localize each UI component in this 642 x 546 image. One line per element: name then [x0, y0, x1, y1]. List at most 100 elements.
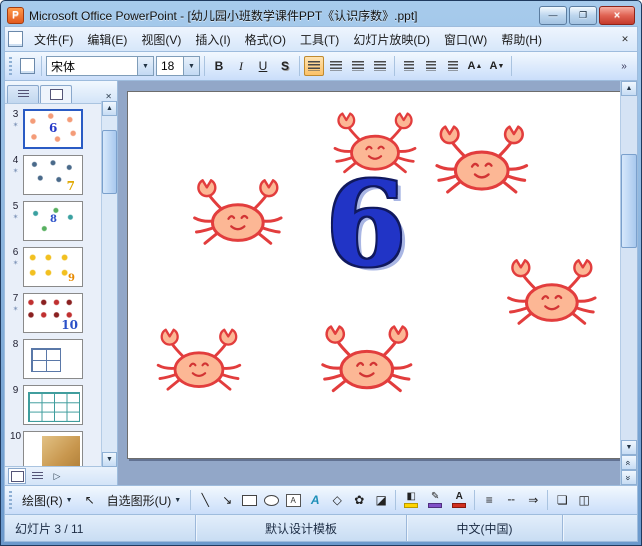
diagram-button[interactable]: ◇: [327, 490, 347, 510]
scroll-up-icon[interactable]: ▲: [102, 101, 117, 116]
language-status[interactable]: 中文(中国): [407, 515, 563, 541]
shadow-style-button[interactable]: ❏: [552, 490, 572, 510]
text-shadow-button[interactable]: S: [275, 56, 295, 76]
animation-star-icon[interactable]: ✶: [13, 304, 19, 315]
menu-edit[interactable]: 编辑(E): [80, 29, 134, 50]
line-style-button[interactable]: ≡: [479, 490, 499, 510]
oval-icon: [263, 494, 279, 506]
three-d-style-button[interactable]: ◫: [574, 490, 594, 510]
increase-font-button[interactable]: A ▲: [465, 56, 485, 76]
thumbnail-image[interactable]: 6: [23, 109, 83, 149]
thumbnail-image[interactable]: 8: [23, 201, 83, 241]
bullets-button[interactable]: [443, 56, 463, 76]
draw-menu-button[interactable]: 绘图(R) ▼: [17, 489, 78, 511]
dash-style-button[interactable]: ╌: [501, 490, 521, 510]
scroll-down-icon[interactable]: ▼: [102, 452, 117, 467]
font-color-button[interactable]: A: [448, 490, 470, 510]
panel-scrollbar[interactable]: ▲ ▼: [101, 101, 117, 467]
distribute-button[interactable]: [370, 56, 390, 76]
panel-scroll-track[interactable]: [102, 116, 117, 452]
slide-sorter-button[interactable]: [28, 468, 46, 484]
menu-tools[interactable]: 工具(T): [293, 29, 346, 50]
thumbnail-image[interactable]: 7: [23, 155, 83, 195]
underline-button[interactable]: U: [253, 56, 273, 76]
panel-scroll-thumb[interactable]: [102, 130, 117, 194]
close-document-button[interactable]: ✕: [616, 31, 634, 48]
chevron-down-icon: ▼: [174, 496, 182, 504]
menu-format[interactable]: 格式(O): [238, 29, 293, 50]
crab-illustration[interactable]: [327, 104, 423, 184]
menu-view[interactable]: 视图(V): [134, 29, 188, 50]
crab-illustration[interactable]: [314, 316, 420, 404]
arrow-style-button[interactable]: ⇒: [523, 490, 543, 510]
animation-star-icon[interactable]: ✶: [13, 212, 19, 223]
shrink-font-icon: A: [489, 60, 498, 72]
thumbnail-image[interactable]: [23, 339, 83, 379]
thumbnail-image[interactable]: 9: [23, 247, 83, 287]
fill-color-button[interactable]: ◧: [400, 490, 422, 510]
insert-picture-button[interactable]: ◪: [371, 490, 391, 510]
menu-file[interactable]: 文件(F): [27, 29, 80, 50]
line-tool-button[interactable]: ╲: [195, 490, 215, 510]
thumbnail-image[interactable]: [23, 431, 83, 466]
new-slide-icon[interactable]: [17, 56, 37, 76]
normal-view-button[interactable]: [8, 468, 26, 484]
line-color-button[interactable]: ✎: [424, 490, 446, 510]
rectangle-tool-button[interactable]: [239, 490, 259, 510]
menu-slideshow[interactable]: 幻灯片放映(D): [346, 29, 437, 50]
design-template-status[interactable]: 默认设计模板: [196, 515, 407, 541]
slideshow-button[interactable]: ▷: [48, 468, 66, 484]
autoshapes-menu-button[interactable]: 自选图形(U) ▼: [102, 489, 187, 511]
menu-insert[interactable]: 插入(I): [188, 29, 237, 50]
oval-tool-button[interactable]: [261, 490, 281, 510]
menu-window[interactable]: 窗口(W): [437, 29, 494, 50]
animation-star-icon[interactable]: ✶: [13, 166, 19, 177]
scroll-up-icon[interactable]: ▲: [621, 81, 637, 96]
restore-button[interactable]: ❐: [569, 5, 597, 25]
thumbnail-image[interactable]: [23, 385, 83, 425]
wordart-button[interactable]: A: [305, 490, 325, 510]
menu-bar: 文件(F) 编辑(E) 视图(V) 插入(I) 格式(O) 工具(T) 幻灯片放…: [4, 26, 638, 51]
slide-canvas[interactable]: 6: [127, 91, 621, 459]
scroll-track[interactable]: [621, 96, 637, 440]
align-right-button[interactable]: [348, 56, 368, 76]
view-buttons: ▷: [5, 466, 117, 485]
font-name-combobox[interactable]: 宋体 ▼: [46, 56, 154, 76]
numbering-button[interactable]: [421, 56, 441, 76]
separator: [299, 56, 300, 76]
toolbar-grip[interactable]: [9, 57, 12, 75]
slide-scrollbar[interactable]: ▲ ▼ « »: [620, 81, 637, 485]
chevron-down-icon[interactable]: ▼: [137, 57, 153, 75]
thumbnail-image[interactable]: 10: [23, 293, 83, 333]
chevron-down-icon[interactable]: ▼: [183, 57, 199, 75]
slides-icon: [49, 89, 63, 100]
scroll-down-icon[interactable]: ▼: [621, 440, 637, 455]
crab-illustration[interactable]: [150, 320, 248, 402]
font-size-combobox[interactable]: 18 ▼: [156, 56, 200, 76]
italic-button[interactable]: I: [231, 56, 251, 76]
tab-outline[interactable]: [7, 85, 39, 103]
scroll-thumb[interactable]: [621, 154, 637, 248]
crab-illustration[interactable]: [428, 116, 536, 206]
decrease-font-button[interactable]: A ▼: [487, 56, 507, 76]
minimize-button[interactable]: —: [539, 5, 567, 25]
menu-help[interactable]: 帮助(H): [494, 29, 549, 50]
previous-slide-button[interactable]: «: [621, 455, 637, 470]
align-center-button[interactable]: [326, 56, 346, 76]
tab-slides[interactable]: [40, 85, 72, 103]
crab-illustration[interactable]: [500, 250, 604, 336]
animation-star-icon[interactable]: ✶: [13, 120, 19, 131]
align-left-button[interactable]: [304, 56, 324, 76]
clip-art-button[interactable]: ✿: [349, 490, 369, 510]
text-box-button[interactable]: A: [283, 490, 303, 510]
crab-illustration[interactable]: [186, 170, 290, 256]
animation-star-icon[interactable]: ✶: [13, 258, 19, 269]
next-slide-button[interactable]: »: [621, 470, 637, 485]
close-button[interactable]: ✕: [599, 5, 635, 25]
select-objects-button[interactable]: ↖: [80, 490, 100, 510]
toolbar-grip[interactable]: [9, 491, 12, 509]
arrow-tool-button[interactable]: ↘: [217, 490, 237, 510]
toolbar-options-button[interactable]: »: [614, 56, 634, 76]
bold-button[interactable]: B: [209, 56, 229, 76]
line-spacing-button[interactable]: [399, 56, 419, 76]
